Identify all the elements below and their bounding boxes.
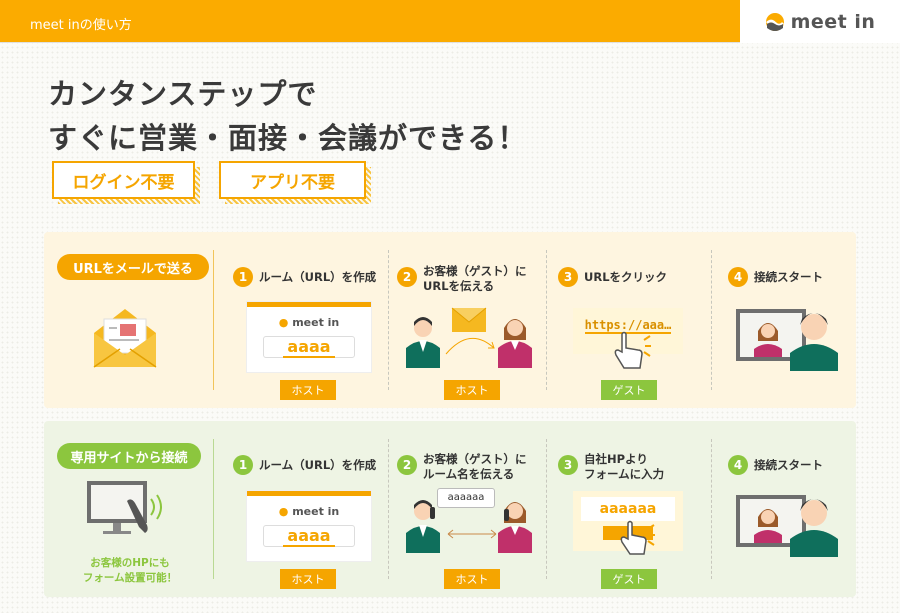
arrow-icon	[447, 529, 497, 539]
room-name-display: aaaa	[263, 336, 355, 358]
pointer-hand-icon	[614, 331, 651, 369]
room-card: ● meet in aaaa	[247, 491, 371, 561]
step-4-number: 4	[728, 267, 748, 287]
guest-person-icon	[498, 502, 532, 553]
site-flow-pill: 専用サイトから接続	[57, 443, 201, 469]
divider	[388, 250, 389, 390]
room-card: ● meet in aaaa	[247, 302, 371, 372]
monitor-phone-icon	[87, 481, 162, 534]
step-2-label: お客様（ゲスト）に URLを伝える	[423, 264, 527, 293]
video-call-icon	[736, 495, 838, 557]
step-3-number: 3	[558, 267, 578, 287]
room-card-logo: ● meet in	[278, 505, 340, 518]
form-note: お客様のHPにも フォーム設置可能！	[82, 557, 178, 584]
divider	[711, 439, 712, 579]
guest-person-icon	[498, 319, 532, 368]
step-3-label: 自社HPより フォームに入力	[584, 452, 665, 481]
headline-line-2: すぐに営業・面接・会議ができる！	[48, 121, 528, 155]
room-name-display: aaaa	[263, 525, 355, 547]
video-call-icon	[736, 309, 838, 371]
step-2-number: 2	[397, 455, 417, 475]
divider	[711, 250, 712, 390]
step-3-label: URLをクリック	[584, 270, 668, 284]
email-flow-pill: URLをメールで送る	[57, 254, 209, 280]
pointer-hand-icon	[620, 520, 655, 555]
divider	[388, 439, 389, 579]
step-1-label: ルーム（URL）を作成	[259, 270, 377, 284]
step-1-number: 1	[233, 455, 253, 475]
header-title: meet inの使い方	[30, 18, 132, 33]
logo-text: meet in	[790, 10, 876, 33]
header-bar: meet inの使い方 meet in	[0, 0, 900, 43]
headline-line-1: カンタンステップで	[48, 77, 318, 111]
login-free-tag: ログイン不要	[52, 161, 200, 204]
step-1-number: 1	[233, 267, 253, 287]
step-1-label: ルーム（URL）を作成	[259, 458, 377, 472]
room-card-logo: ● meet in	[278, 316, 340, 329]
mail-icon	[451, 307, 487, 332]
step-4-label: 接続スタート	[754, 270, 823, 284]
host-badge: ホスト	[280, 569, 336, 589]
logo[interactable]: meet in	[740, 0, 900, 43]
meet-in-logo-icon	[765, 12, 784, 31]
speech-bubble: aaaaaa	[437, 488, 495, 508]
page-headline: カンタンステップで すぐに営業・面接・会議ができる！	[48, 72, 527, 160]
step-4-label: 接続スタート	[754, 458, 823, 472]
site-flow-panel: 専用サイトから接続 お客様のHPにも フォーム設置可能！ 1 ルーム（URL）を作…	[44, 421, 856, 597]
host-person-icon	[406, 500, 440, 553]
step-3-number: 3	[558, 455, 578, 475]
divider	[213, 439, 214, 579]
room-form-input[interactable]: aaaaaa	[581, 497, 675, 521]
host-person-icon	[406, 317, 440, 368]
host-badge: ホスト	[280, 380, 336, 400]
host-badge: ホスト	[444, 380, 500, 400]
guest-badge: ゲスト	[601, 569, 657, 589]
app-free-tag: アプリ不要	[219, 161, 371, 204]
divider	[213, 250, 214, 390]
divider	[546, 439, 547, 579]
step-2-number: 2	[397, 267, 417, 287]
step-4-number: 4	[728, 455, 748, 475]
arrow-icon	[445, 338, 495, 355]
step-2-label: お客様（ゲスト）に ルーム名を伝える	[423, 452, 527, 481]
envelope-icon	[93, 309, 157, 368]
guest-badge: ゲスト	[601, 380, 657, 400]
host-badge: ホスト	[444, 569, 500, 589]
email-flow-panel: URLをメールで送る 1 ルーム（URL）を作成 ● meet in aaaa …	[44, 232, 856, 408]
divider	[546, 250, 547, 390]
